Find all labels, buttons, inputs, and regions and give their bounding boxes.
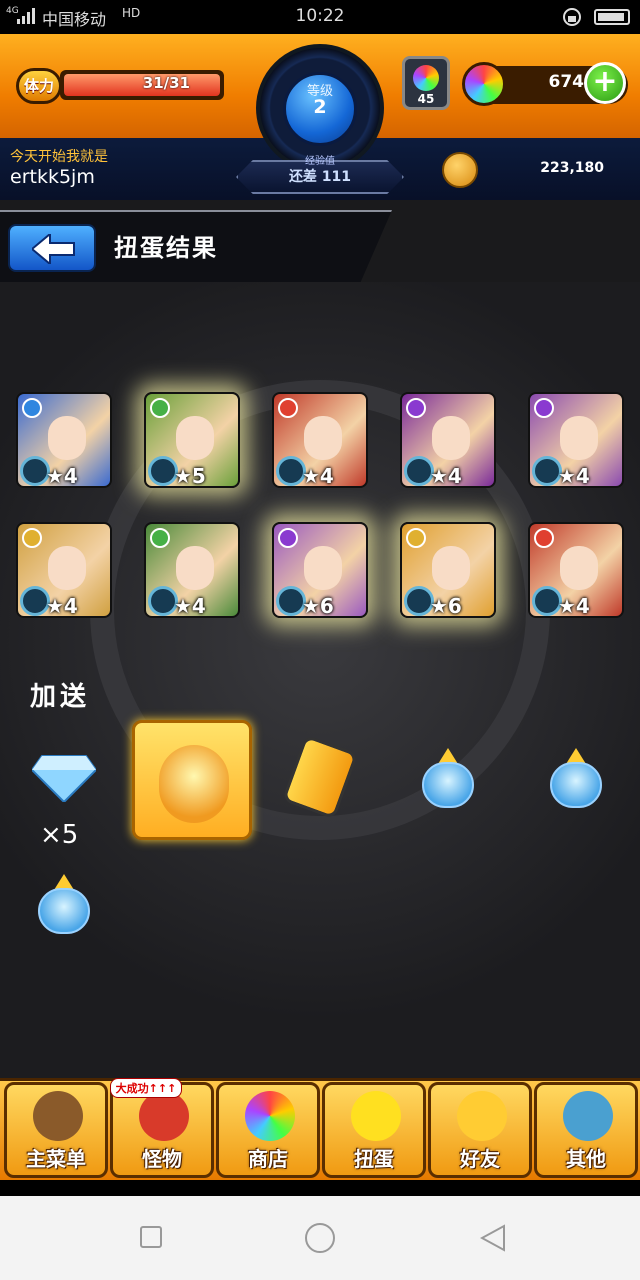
clock: 10:22: [295, 6, 345, 26]
monster-card[interactable]: ★4: [528, 392, 624, 488]
rarity-stars: ★4: [46, 464, 78, 488]
nav-label: 其他: [566, 1147, 606, 1171]
back-icon[interactable]: [480, 1224, 506, 1252]
castle-icon: [33, 1091, 83, 1141]
nav-label: 怪物: [142, 1147, 182, 1171]
friends-icon: [457, 1091, 507, 1141]
monster-card[interactable]: ★4: [144, 522, 240, 618]
battery-icon: [594, 9, 630, 25]
recents-icon[interactable]: [140, 1226, 162, 1248]
element-icon: [150, 528, 170, 548]
status-bar: 4G 中国移动 HD 10:22: [0, 0, 640, 34]
rarity-stars: ★4: [430, 464, 462, 488]
rotation-lock-icon: [563, 8, 581, 26]
monster-card[interactable]: ★4: [528, 522, 624, 618]
evolution-orb-icon[interactable]: [548, 748, 604, 808]
monster-portrait: [560, 416, 598, 460]
orb-icon: [462, 62, 506, 106]
egg-icon: [351, 1091, 401, 1141]
orb-count: 674: [548, 72, 585, 92]
nav-label: 商店: [248, 1147, 288, 1171]
rarity-stars: ★5: [174, 464, 206, 488]
exp-label: 经验值: [305, 156, 335, 167]
monster-portrait: [304, 546, 342, 590]
element-icon: [406, 398, 426, 418]
diamond-count: ×5: [40, 820, 79, 850]
evolution-orb-icon[interactable]: [36, 874, 92, 934]
nav-label: 主菜单: [26, 1147, 86, 1171]
monster-card[interactable]: ★4: [400, 392, 496, 488]
rarity-stars: ★4: [46, 594, 78, 618]
element-icon: [534, 528, 554, 548]
home-icon[interactable]: [305, 1223, 335, 1253]
stamina-value: 31/31: [142, 74, 190, 92]
monster-card[interactable]: ★4: [16, 522, 112, 618]
element-icon: [278, 398, 298, 418]
element-icon: [150, 398, 170, 418]
nav-label: 扭蛋: [354, 1147, 394, 1171]
monster-card[interactable]: ★4: [16, 392, 112, 488]
system-nav-bar: [0, 1180, 640, 1280]
monster-portrait: [176, 546, 214, 590]
element-icon: [22, 398, 42, 418]
back-arrow-icon: [32, 234, 75, 264]
stamina-icon: 体力: [16, 68, 62, 104]
element-icon: [22, 528, 42, 548]
monster-card[interactable]: ★6: [400, 522, 496, 618]
exp-remaining: 还差 111: [288, 169, 352, 185]
element-icon: [534, 398, 554, 418]
level-value: 2: [313, 96, 327, 118]
monster-box-count: 45: [417, 92, 435, 106]
evolution-orb-icon[interactable]: [420, 748, 476, 808]
egg-icon: [159, 745, 229, 823]
nav-egg-button[interactable]: 扭蛋: [322, 1082, 426, 1178]
add-orbs-button[interactable]: +: [584, 62, 626, 104]
username: ertkk5jm: [10, 166, 95, 188]
bonus-label: 加送: [30, 682, 91, 712]
rainbow-orb-icon: [245, 1091, 295, 1141]
back-button[interactable]: [8, 224, 96, 272]
monster-card[interactable]: ★5: [144, 392, 240, 488]
monster-portrait: [48, 416, 86, 460]
nav-other-button[interactable]: 其他: [534, 1082, 638, 1178]
rarity-stars: ★4: [558, 464, 590, 488]
nav-castle-button[interactable]: 主菜单: [4, 1082, 108, 1178]
great-success-badge: 大成功↑↑↑: [110, 1078, 182, 1098]
diamond-icon[interactable]: [32, 754, 96, 802]
monster-portrait: [48, 546, 86, 590]
rarity-stars: ★4: [174, 594, 206, 618]
monster-portrait: [176, 416, 214, 460]
coin-icon: [442, 152, 478, 188]
monster-card[interactable]: ★6: [272, 522, 368, 618]
coin-count: 223,180: [540, 160, 604, 176]
bonus-egg-card[interactable]: [132, 720, 252, 840]
monster-portrait: [432, 546, 470, 590]
monster-portrait: [560, 546, 598, 590]
rarity-stars: ★4: [558, 594, 590, 618]
nav-rainbow-orb-button[interactable]: 商店: [216, 1082, 320, 1178]
nav-friends-button[interactable]: 好友: [428, 1082, 532, 1178]
rarity-stars: ★4: [302, 464, 334, 488]
rarity-stars: ★6: [302, 594, 334, 618]
greeting-text: 今天开始我就是: [10, 149, 108, 165]
element-icon: [406, 528, 426, 548]
nav-label: 好友: [460, 1147, 500, 1171]
monster-portrait: [304, 416, 342, 460]
monster-portrait: [432, 416, 470, 460]
element-icon: [278, 528, 298, 548]
monster-card[interactable]: ★4: [272, 392, 368, 488]
rarity-stars: ★6: [430, 594, 462, 618]
page-title: 扭蛋结果: [114, 234, 218, 262]
other-icon: [563, 1091, 613, 1141]
